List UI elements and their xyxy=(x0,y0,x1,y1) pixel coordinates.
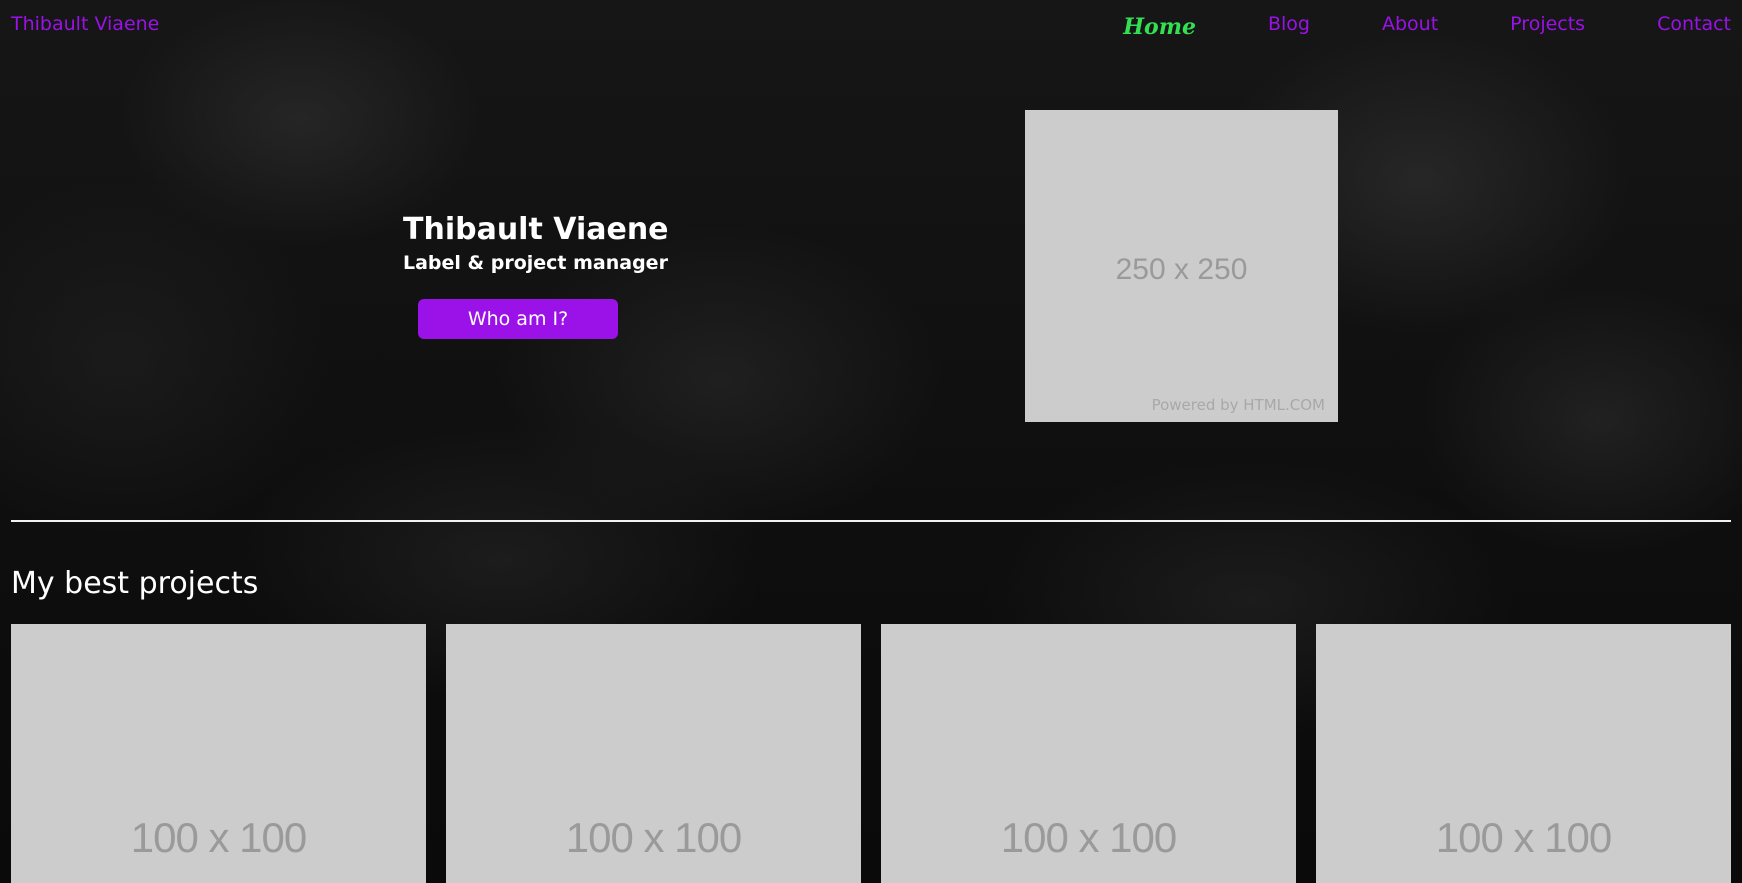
hero-image-dimensions: 250 x 250 xyxy=(1115,253,1248,286)
project-image-dimensions: 100 x 100 xyxy=(565,814,743,861)
hero-image-placeholder: 250 x 250 Powered by HTML.COM xyxy=(1025,110,1338,422)
project-image-dimensions: 100 x 100 xyxy=(1435,814,1613,861)
page: Thibault Viaene Home Blog About Projects… xyxy=(0,0,1742,883)
hero-intro: Thibault Viaene Label & project manager xyxy=(403,210,669,276)
project-card[interactable]: 100 x 100 xyxy=(881,624,1296,883)
nav-contact[interactable]: Contact xyxy=(1657,13,1731,39)
nav-projects[interactable]: Projects xyxy=(1510,13,1585,39)
projects-section-title: My best projects xyxy=(11,566,259,601)
powered-by-text: Powered by HTML.COM xyxy=(1151,396,1325,414)
project-card[interactable]: 100 x 100 xyxy=(446,624,861,883)
projects-grid: 100 x 100 100 x 100 100 x 100 100 x 100 xyxy=(11,624,1731,883)
project-card[interactable]: 100 x 100 xyxy=(1316,624,1731,883)
who-am-i-button[interactable]: Who am I? xyxy=(418,299,618,339)
hero-role: Label & project manager xyxy=(403,252,668,274)
project-image-dimensions: 100 x 100 xyxy=(1000,814,1178,861)
main-nav: Home Blog About Projects Contact xyxy=(1051,13,1731,40)
brand-link[interactable]: Thibault Viaene xyxy=(11,13,159,35)
project-card[interactable]: 100 x 100 xyxy=(11,624,426,883)
nav-blog[interactable]: Blog xyxy=(1268,13,1310,39)
hero-name: Thibault Viaene xyxy=(403,212,669,247)
project-image-dimensions: 100 x 100 xyxy=(130,814,308,861)
nav-about[interactable]: About xyxy=(1382,13,1438,39)
section-divider xyxy=(11,520,1731,522)
nav-home[interactable]: Home xyxy=(1123,14,1196,40)
